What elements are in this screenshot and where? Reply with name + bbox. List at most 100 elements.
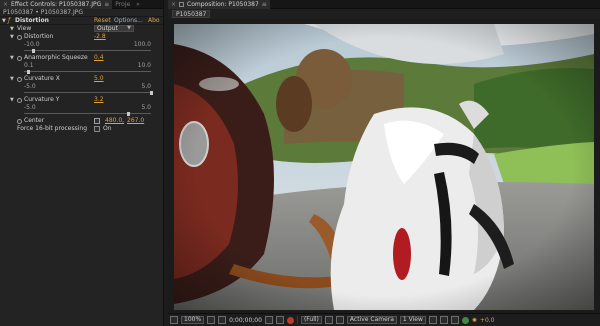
anamorphic-range: 0.1 10.0 xyxy=(0,62,163,69)
panel-menu-icon[interactable]: ≡ xyxy=(262,1,267,8)
expand-triangle-icon[interactable]: ▼ xyxy=(10,33,14,41)
fast-previews-icon[interactable] xyxy=(439,316,448,324)
force16-checkbox-label: On xyxy=(103,125,112,132)
crosshair-icon[interactable] xyxy=(94,118,100,124)
resolution-dropdown[interactable]: (Full) xyxy=(300,316,322,324)
viewer-bottom-bar: 100% 0;00;00;00 (Full) Active Camera 1 V… xyxy=(168,313,600,326)
slider-track[interactable] xyxy=(24,50,151,51)
close-icon[interactable]: × xyxy=(171,1,176,8)
property-view: ▼ View Output ▼ xyxy=(0,25,163,33)
distortion-label: Distortion xyxy=(24,33,54,40)
curvature-y-range: -5.0 5.0 xyxy=(0,104,163,111)
exposure-icon[interactable]: ✺ xyxy=(472,317,477,324)
expand-triangle-icon[interactable]: ▼ xyxy=(10,75,14,83)
center-y-value[interactable]: 267.0 xyxy=(127,117,144,125)
about-link[interactable]: Abo xyxy=(148,17,160,24)
show-snapshot-icon[interactable] xyxy=(275,316,284,324)
tab-composition-label: Composition: P1050387 xyxy=(187,0,259,8)
views-dropdown[interactable]: 1 View xyxy=(399,316,426,324)
composition-subtab-bar: P1050387 xyxy=(168,9,600,19)
effect-controls-tab-bar: × Effect Controls: P1050387.JPG ≡ Proje … xyxy=(0,0,163,9)
slider-thumb[interactable] xyxy=(26,70,30,74)
distortion-value[interactable]: -2.8 xyxy=(94,33,106,41)
distortion-min: -10.0 xyxy=(24,41,40,48)
panel-overflow-icon[interactable]: » xyxy=(133,0,143,9)
slider-track[interactable] xyxy=(24,71,151,72)
property-force-16bit: Force 16-bit processing On xyxy=(0,125,163,133)
stopwatch-icon[interactable] xyxy=(17,119,22,124)
camera-dropdown[interactable]: Active Camera xyxy=(346,316,397,324)
distorted-photo xyxy=(174,24,594,310)
always-preview-icon[interactable] xyxy=(170,316,178,324)
slider-thumb[interactable] xyxy=(31,49,35,53)
center-x-value[interactable]: 480.0, xyxy=(105,117,124,125)
lock-icon[interactable] xyxy=(179,1,185,7)
anamorphic-min: 0.1 xyxy=(24,62,34,69)
color-channel-icon[interactable] xyxy=(286,316,294,324)
reset-link[interactable]: Reset xyxy=(94,17,111,24)
region-of-interest-icon[interactable] xyxy=(324,316,333,324)
tab-composition[interactable]: × Composition: P1050387 ≡ xyxy=(168,0,270,9)
expand-triangle-icon[interactable]: ▼ xyxy=(10,96,14,104)
stopwatch-icon[interactable] xyxy=(17,56,22,61)
timecode[interactable]: 0;00;00;00 xyxy=(229,317,262,324)
curvature-x-range: -5.0 5.0 xyxy=(0,83,163,90)
slider-thumb[interactable] xyxy=(127,112,131,116)
flowchart-icon[interactable] xyxy=(461,316,469,324)
composition-subtab[interactable]: P1050387 xyxy=(172,10,211,18)
timeline-icon[interactable] xyxy=(450,316,459,324)
options-link[interactable]: Options... xyxy=(114,17,143,24)
panel-menu-icon[interactable]: ≡ xyxy=(104,1,109,8)
expand-triangle-icon[interactable]: ▼ xyxy=(10,54,14,62)
tab-effect-controls[interactable]: × Effect Controls: P1050387.JPG ≡ xyxy=(0,0,113,9)
fit-icon[interactable] xyxy=(218,316,227,324)
force16-label: Force 16-bit processing xyxy=(17,125,88,132)
divider xyxy=(296,316,298,324)
property-distortion: ▼ Distortion -2.8 xyxy=(0,33,163,41)
collapse-triangle-icon[interactable]: ▼ xyxy=(10,25,14,33)
curvature-y-max: 5.0 xyxy=(141,104,151,111)
curvature-x-label: Curvature X xyxy=(24,75,60,82)
anamorphic-value[interactable]: 0.4 xyxy=(94,54,104,62)
camera-snapshot-icon[interactable] xyxy=(264,316,273,324)
tab-project[interactable]: Proje xyxy=(112,0,133,9)
property-center: Center 480.0, 267.0 xyxy=(0,117,163,125)
composition-tab-bar: × Composition: P1050387 ≡ xyxy=(168,0,600,9)
force16-checkbox[interactable] xyxy=(94,126,100,132)
composition-viewer[interactable] xyxy=(174,24,594,310)
tab-effect-controls-label: Effect Controls: P1050387.JPG xyxy=(11,0,102,8)
close-icon[interactable]: × xyxy=(3,1,8,8)
anamorphic-max: 10.0 xyxy=(137,62,151,69)
curvature-y-min: -5.0 xyxy=(24,104,36,111)
curvature-x-value[interactable]: 5.0 xyxy=(94,75,104,83)
property-curvature-x: ▼ Curvature X 5.0 xyxy=(0,75,163,83)
anamorphic-label: Anamorphic Squeeze xyxy=(24,54,88,61)
effect-name: Distortion xyxy=(15,17,49,24)
view-dropdown-value: Output xyxy=(97,25,118,32)
curvature-x-max: 5.0 xyxy=(141,83,151,90)
view-dropdown[interactable]: Output ▼ xyxy=(94,25,134,32)
safe-margins-icon[interactable] xyxy=(207,316,216,324)
curvature-x-min: -5.0 xyxy=(24,83,36,90)
slider-thumb[interactable] xyxy=(150,91,153,95)
slider-track[interactable] xyxy=(24,92,151,93)
effect-header-distortion[interactable]: ▼ ƒ Distortion Reset Options... Abo xyxy=(0,17,163,25)
distortion-max: 100.0 xyxy=(133,41,151,48)
tab-project-label: Proje xyxy=(115,0,131,8)
stopwatch-icon[interactable] xyxy=(17,77,22,82)
transparency-grid-icon[interactable] xyxy=(335,316,344,324)
fx-icon[interactable]: ƒ xyxy=(8,17,15,24)
view-label: View xyxy=(17,25,32,32)
stopwatch-icon[interactable] xyxy=(17,35,22,40)
effect-controls-panel: × Effect Controls: P1050387.JPG ≡ Proje … xyxy=(0,0,164,326)
zoom-dropdown[interactable]: 100% xyxy=(181,316,205,324)
center-label: Center xyxy=(24,117,45,124)
effect-file-line: P1050387 • P1050387.JPG xyxy=(0,9,163,17)
property-curvature-y: ▼ Curvature Y 3.2 xyxy=(0,96,163,104)
exposure-value[interactable]: +0.0 xyxy=(480,317,495,324)
curvature-y-value[interactable]: 3.2 xyxy=(94,96,104,104)
chevron-down-icon: ▼ xyxy=(127,25,131,31)
stopwatch-icon[interactable] xyxy=(17,98,22,103)
slider-track[interactable] xyxy=(24,113,151,114)
toggle-pixel-aspect-icon[interactable] xyxy=(428,316,437,324)
